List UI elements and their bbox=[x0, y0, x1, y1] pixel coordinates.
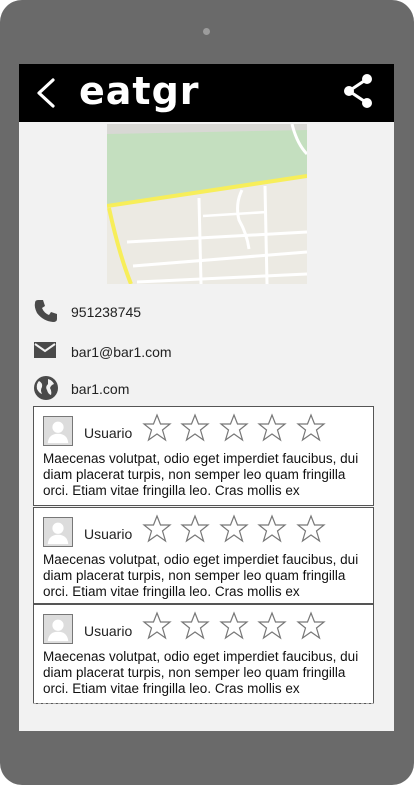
star-rating[interactable] bbox=[140, 413, 328, 447]
star-outline-icon[interactable] bbox=[217, 514, 251, 544]
star-outline-icon[interactable] bbox=[294, 413, 328, 443]
star-rating[interactable] bbox=[140, 611, 328, 645]
star-outline-icon[interactable] bbox=[140, 611, 174, 641]
envelope-icon bbox=[34, 342, 56, 358]
user-avatar-icon bbox=[43, 517, 73, 547]
phone-number: 951238745 bbox=[71, 304, 142, 320]
star-rating[interactable] bbox=[140, 514, 328, 548]
email-row[interactable]: bar1@bar1.com bbox=[33, 338, 373, 366]
review-username: Usuario bbox=[84, 526, 133, 542]
location-map[interactable] bbox=[107, 124, 307, 284]
review-card: Usuario Maecenas volutpat, odio eget imp… bbox=[33, 507, 374, 604]
list-end-divider bbox=[33, 703, 374, 704]
review-username: Usuario bbox=[84, 425, 133, 441]
chevron-left-icon[interactable] bbox=[33, 74, 61, 112]
user-avatar-icon bbox=[43, 416, 73, 446]
star-outline-icon[interactable] bbox=[217, 413, 251, 443]
review-text: Maecenas volutpat, odio eget imperdiet f… bbox=[43, 552, 359, 599]
review-card: Usuario Maecenas volutpat, odio eget imp… bbox=[33, 406, 374, 506]
star-outline-icon[interactable] bbox=[255, 611, 289, 641]
phone-row[interactable]: 951238745 bbox=[33, 298, 373, 326]
star-outline-icon[interactable] bbox=[255, 413, 289, 443]
star-outline-icon[interactable] bbox=[140, 413, 174, 443]
share-icon[interactable] bbox=[341, 72, 375, 110]
star-outline-icon[interactable] bbox=[255, 514, 289, 544]
reviews-list: Usuario Maecenas volutpat, odio eget imp… bbox=[33, 406, 374, 706]
star-outline-icon[interactable] bbox=[178, 514, 212, 544]
phone-icon bbox=[34, 300, 57, 322]
website-row[interactable]: bar1.com bbox=[33, 375, 373, 403]
star-outline-icon[interactable] bbox=[178, 413, 212, 443]
camera-dot bbox=[203, 28, 210, 35]
star-outline-icon[interactable] bbox=[217, 611, 251, 641]
review-username: Usuario bbox=[84, 623, 133, 639]
star-outline-icon[interactable] bbox=[140, 514, 174, 544]
top-bar: eatgr bbox=[19, 64, 394, 122]
star-outline-icon[interactable] bbox=[294, 514, 328, 544]
phone-frame: eatgr 951238745 bar1@bar1.com bar1.com U… bbox=[0, 0, 414, 785]
star-outline-icon[interactable] bbox=[178, 611, 212, 641]
review-text: Maecenas volutpat, odio eget imperdiet f… bbox=[43, 451, 359, 498]
email-address: bar1@bar1.com bbox=[71, 344, 172, 360]
review-text: Maecenas volutpat, odio eget imperdiet f… bbox=[43, 649, 359, 696]
app-title: eatgr bbox=[79, 69, 200, 113]
globe-icon bbox=[34, 376, 58, 400]
website-link: bar1.com bbox=[71, 381, 130, 397]
user-avatar-icon bbox=[43, 614, 73, 644]
review-card: Usuario Maecenas volutpat, odio eget imp… bbox=[33, 604, 374, 704]
star-outline-icon[interactable] bbox=[294, 611, 328, 641]
app-screen: eatgr 951238745 bar1@bar1.com bar1.com U… bbox=[19, 64, 394, 731]
